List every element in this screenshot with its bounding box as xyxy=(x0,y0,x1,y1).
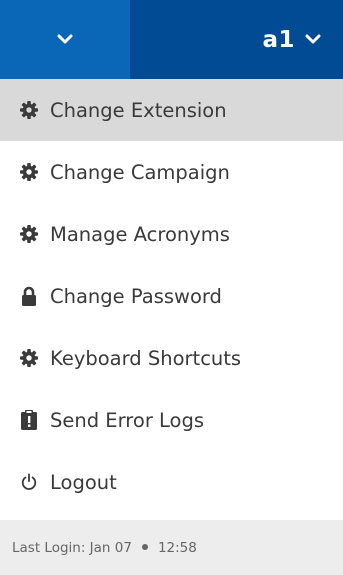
gear-icon xyxy=(18,99,40,121)
power-icon xyxy=(18,471,40,493)
lock-icon xyxy=(18,285,40,307)
menu-item-manage-acronyms[interactable]: Manage Acronyms xyxy=(0,203,343,265)
menu-item-change-extension[interactable]: Change Extension xyxy=(0,79,343,141)
clipboard-icon xyxy=(18,409,40,431)
last-login-time: 12:58 xyxy=(157,539,197,556)
chevron-down-icon xyxy=(305,34,321,44)
last-login-text: Last Login: Jan 07 xyxy=(12,539,132,556)
menu-item-keyboard-shortcuts[interactable]: Keyboard Shortcuts xyxy=(0,327,343,389)
menu-item-send-error-logs[interactable]: Send Error Logs xyxy=(0,389,343,451)
user-dropdown-toggle[interactable]: a1 xyxy=(130,0,343,79)
chevron-down-icon xyxy=(57,34,73,44)
last-login-footer: Last Login: Jan 07 12:58 xyxy=(0,520,343,575)
top-nav-bar: a1 xyxy=(0,0,343,79)
menu-item-label: Logout xyxy=(50,470,117,494)
user-name: a1 xyxy=(262,26,295,53)
menu-item-label: Keyboard Shortcuts xyxy=(50,346,242,370)
menu-item-label: Send Error Logs xyxy=(50,408,205,432)
menu-item-label: Manage Acronyms xyxy=(50,222,230,246)
separator-dot xyxy=(141,543,148,550)
menu-item-label: Change Password xyxy=(50,284,222,308)
gear-icon xyxy=(18,347,40,369)
gear-icon xyxy=(18,223,40,245)
user-menu: Change Extension Change Campaign Manage … xyxy=(0,79,343,513)
gear-icon xyxy=(18,161,40,183)
menu-item-change-password[interactable]: Change Password xyxy=(0,265,343,327)
user-menu-panel: a1 Change Extension Change Campaign Mana… xyxy=(0,0,343,575)
menu-item-label: Change Extension xyxy=(50,98,227,122)
menu-item-label: Change Campaign xyxy=(50,160,230,184)
menu-item-change-campaign[interactable]: Change Campaign xyxy=(0,141,343,203)
menu-item-logout[interactable]: Logout xyxy=(0,451,343,513)
nav-dropdown-toggle[interactable] xyxy=(0,0,130,79)
